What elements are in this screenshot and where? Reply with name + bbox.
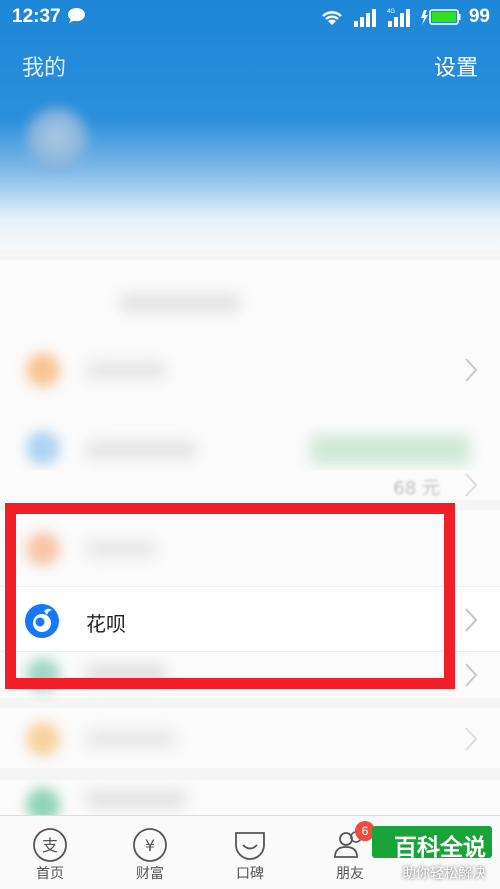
watermark-subtitle: 助你轻松解决 <box>402 866 486 882</box>
page-title: 我的 <box>22 56 67 81</box>
blurred-row-bill[interactable] <box>0 335 500 405</box>
huabei-label: 花呗 <box>86 612 126 636</box>
blurred-row-yuebao[interactable] <box>0 652 500 698</box>
chevron-right-icon <box>465 663 478 687</box>
watermark: 百科全说 助你轻松解决 <box>368 826 492 886</box>
signal-4g-icon: 4G <box>387 9 410 27</box>
battery-icon <box>420 9 461 25</box>
network-type-label: 4G <box>387 9 395 15</box>
tab-home[interactable]: 支 首页 <box>0 816 100 889</box>
chat-bubble-icon <box>68 7 85 24</box>
koubei-icon <box>235 832 265 860</box>
signal-icon <box>353 9 376 27</box>
tab-label: 首页 <box>36 866 64 882</box>
settings-button[interactable]: 设置 <box>434 50 478 82</box>
tab-wealth[interactable]: ¥ 财富 <box>100 816 200 889</box>
watermark-title: 百科全说 <box>394 835 486 861</box>
wifi-icon <box>322 11 342 25</box>
status-bar: 12:37 4G 99 <box>0 0 500 34</box>
chevron-right-icon <box>465 608 478 632</box>
status-indicators: 4G 99 <box>319 6 490 28</box>
blurred-row-charity[interactable] <box>0 780 500 822</box>
profile-header: 12:37 4G 99 我的 设置 <box>0 0 500 250</box>
chevron-right-icon <box>465 358 478 382</box>
blurred-account-row <box>0 260 500 340</box>
blurred-amount-text: 68 元 <box>393 478 440 499</box>
tab-koubei[interactable]: 口碑 <box>200 816 300 889</box>
chevron-right-icon <box>465 473 478 497</box>
wealth-icon: ¥ <box>133 828 167 862</box>
chevron-right-icon <box>465 727 478 751</box>
tab-label: 口碑 <box>236 866 264 882</box>
blurred-row-insurance[interactable] <box>0 708 500 768</box>
svg-text:支: 支 <box>42 836 58 855</box>
battery-level: 99 <box>468 6 490 27</box>
tab-label: 财富 <box>136 866 164 882</box>
huabei-row[interactable]: 花呗 <box>0 586 500 652</box>
blurred-content: 68 元 <box>0 240 500 822</box>
svg-text:¥: ¥ <box>145 836 155 855</box>
status-time: 12:37 <box>12 6 61 27</box>
huabei-icon <box>25 604 59 638</box>
blurred-amount-row: 68 元 <box>0 470 500 500</box>
blurred-row-above-huabei[interactable] <box>0 510 500 586</box>
avatar[interactable] <box>26 108 88 170</box>
home-icon: 支 <box>33 828 67 862</box>
